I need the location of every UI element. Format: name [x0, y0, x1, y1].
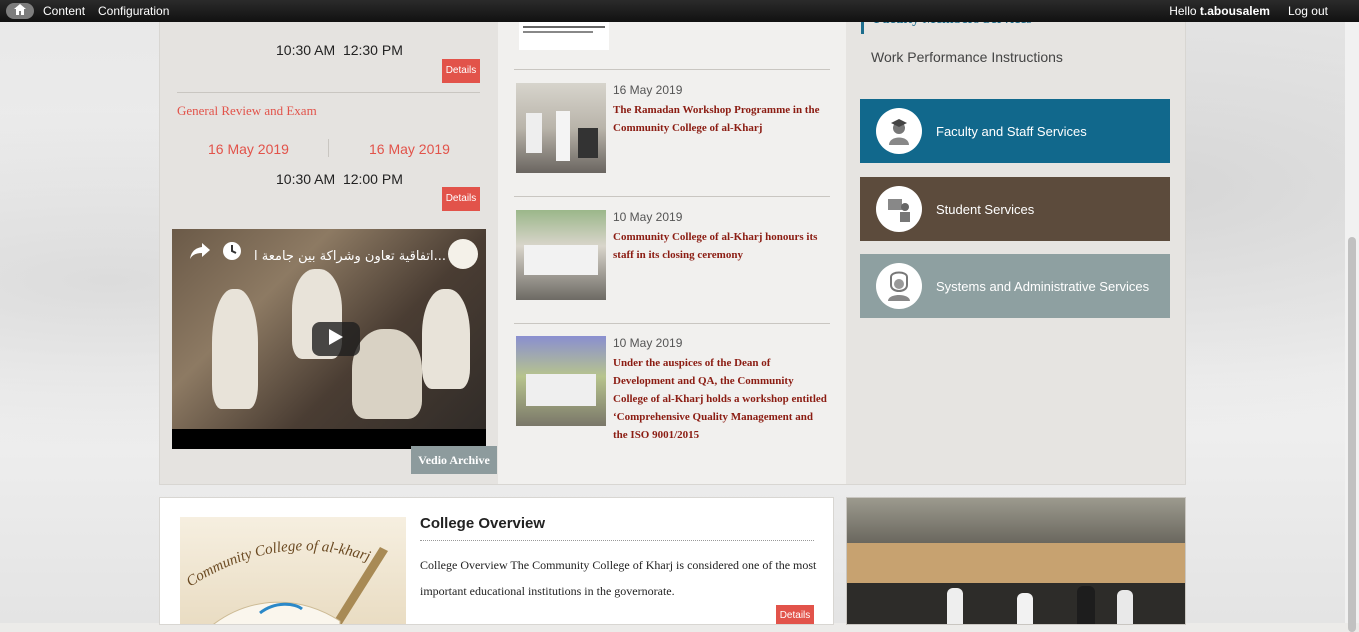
services-column: Faculty Members Services Work Performanc…: [846, 12, 1185, 484]
news-title[interactable]: The Ramadan Workshop Programme in the Co…: [613, 101, 829, 137]
scrollbar-thumb[interactable]: [1348, 237, 1356, 632]
college-overview-image: Community College of al-kharj: [180, 517, 406, 624]
news-thumbnail-partial[interactable]: [519, 22, 609, 50]
event-date-to: 16 May 2019: [369, 141, 450, 157]
event-time: 10:30 AM 12:30 PM: [276, 42, 403, 58]
college-logo-text: Community College of al-kharj: [184, 538, 373, 590]
photo-wall: [847, 543, 1185, 583]
title-underline: [420, 540, 814, 541]
event-details-button[interactable]: Details: [442, 59, 480, 83]
news-date: 10 May 2019: [613, 210, 683, 224]
channel-logo: [448, 239, 478, 269]
home-button[interactable]: [6, 3, 34, 19]
toolbar-configuration-link[interactable]: Configuration: [98, 4, 169, 18]
watch-later-icon[interactable]: [222, 241, 242, 266]
divider: [514, 323, 830, 324]
event-title[interactable]: General Review and Exam: [177, 103, 317, 119]
admin-toolbar: Content Configuration Hello t.abousalem …: [0, 0, 1359, 22]
college-overview-text: College Overview The Community College o…: [420, 558, 817, 598]
faculty-staff-services-button[interactable]: Faculty and Staff Services: [860, 99, 1170, 163]
logout-link[interactable]: Log out: [1288, 4, 1328, 18]
thumbnail-shape: [526, 113, 542, 153]
username[interactable]: t.abousalem: [1200, 4, 1270, 18]
thumbnail-line: [523, 26, 605, 28]
news-date: 16 May 2019: [613, 83, 683, 97]
thumbnail-shape: [578, 128, 598, 158]
divider: [514, 69, 830, 70]
divider: [514, 196, 830, 197]
news-date: 10 May 2019: [613, 336, 683, 350]
divider: [177, 92, 480, 93]
news-title[interactable]: Community College of al-Kharj honours it…: [613, 228, 829, 264]
video-archive-button[interactable]: Vedio Archive: [411, 446, 497, 474]
video-title: اتفاقية تعاون وشراكة بين جامعة ا...: [254, 249, 446, 264]
photo-ceiling: [847, 498, 1185, 543]
photo-person: [1077, 586, 1095, 624]
video-figure: [352, 329, 422, 419]
photo-floor: [847, 583, 1185, 624]
video-player[interactable]: اتفاقية تعاون وشراكة بين جامعة ا...: [172, 229, 486, 449]
photo-person: [1017, 593, 1033, 624]
thumbnail-shape: [524, 245, 598, 275]
student-services-button[interactable]: Student Services: [860, 177, 1170, 241]
event-time: 10:30 AM 12:00 PM: [276, 171, 403, 187]
thumbnail-shape: [556, 111, 570, 161]
gallery-photo[interactable]: [846, 497, 1186, 625]
home-icon: [14, 4, 26, 18]
systems-admin-services-label: Systems and Administrative Services: [936, 278, 1150, 294]
photo-person: [947, 588, 963, 624]
play-icon: [329, 328, 343, 350]
news-title[interactable]: Under the auspices of the Dean of Develo…: [613, 354, 829, 444]
college-overview-title: College Overview: [420, 515, 546, 532]
svg-text:Community College of al-kharj: Community College of al-kharj: [184, 538, 373, 590]
administrator-icon: [876, 263, 922, 309]
event-details-button[interactable]: Details: [442, 187, 480, 211]
main-panel: 10:30 AM 12:30 PM Details General Review…: [159, 12, 1186, 485]
date-divider: [328, 139, 329, 157]
thumbnail-line: [523, 31, 593, 33]
user-greeting[interactable]: Hello t.abousalem: [1169, 4, 1270, 18]
faculty-staff-services-label: Faculty and Staff Services: [936, 123, 1087, 139]
student-icon: [876, 186, 922, 232]
news-thumbnail[interactable]: [516, 336, 606, 426]
overview-details-button[interactable]: Details: [776, 605, 814, 624]
student-services-label: Student Services: [936, 201, 1035, 217]
work-performance-link[interactable]: Work Performance Instructions: [871, 49, 1063, 65]
systems-admin-services-button[interactable]: Systems and Administrative Services: [860, 254, 1170, 318]
play-button[interactable]: [312, 322, 360, 356]
events-column: 10:30 AM 12:30 PM Details General Review…: [160, 22, 498, 484]
share-icon[interactable]: [190, 243, 210, 264]
graduate-icon: [876, 108, 922, 154]
college-logo-artwork: Community College of al-kharj: [184, 538, 388, 624]
toolbar-content-link[interactable]: Content: [43, 4, 85, 18]
college-overview-panel: Community College of al-kharj College Ov…: [159, 497, 834, 625]
news-thumbnail[interactable]: [516, 210, 606, 300]
news-thumbnail[interactable]: [516, 83, 606, 173]
photo-person: [1117, 590, 1133, 624]
user-area: Hello t.abousalem Log out: [1169, 4, 1328, 18]
event-date-from: 16 May 2019: [208, 141, 289, 157]
thumbnail-shape: [526, 374, 596, 406]
news-column: 16 May 2019 The Ramadan Workshop Program…: [498, 22, 846, 484]
page-scrollbar[interactable]: [1345, 22, 1359, 632]
video-figure: [212, 289, 258, 409]
video-figure: [422, 289, 470, 389]
